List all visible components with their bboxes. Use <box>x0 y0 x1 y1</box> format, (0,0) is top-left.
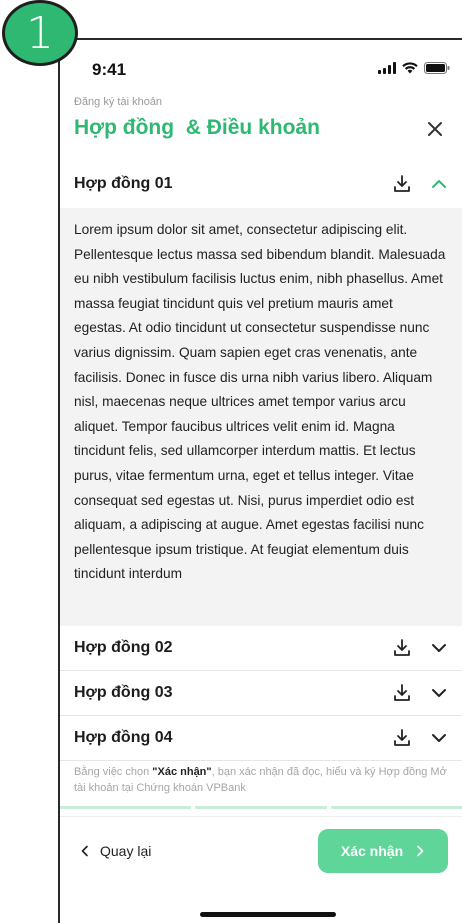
contract-row-02[interactable]: Hợp đồng 02 <box>60 626 462 670</box>
progress-segment <box>60 806 192 809</box>
battery-icon <box>424 62 450 74</box>
download-icon[interactable] <box>392 638 412 658</box>
chevron-right-icon <box>417 845 424 857</box>
consent-notice: Bằng việc chọn "Xác nhận", bạn xác nhận … <box>74 764 454 796</box>
chevron-down-icon[interactable] <box>430 639 448 657</box>
contract-row-01[interactable]: Hợp đồng 01 <box>60 162 462 206</box>
status-bar: 9:41 <box>60 40 462 88</box>
close-button[interactable] <box>422 116 448 142</box>
chevron-down-icon[interactable] <box>430 729 448 747</box>
back-button[interactable]: Quay lại <box>80 838 151 864</box>
close-icon <box>428 122 442 136</box>
contract-row-04[interactable]: Hợp đồng 04 <box>60 716 462 760</box>
wifi-icon <box>402 62 418 74</box>
status-icons <box>378 62 450 74</box>
divider <box>60 760 462 761</box>
header-subtitle: Đăng ký tài khoản <box>74 96 163 108</box>
confirm-label: Xác nhận <box>340 843 404 859</box>
consent-highlight: "Xác nhận" <box>152 766 212 778</box>
download-icon[interactable] <box>392 683 412 703</box>
cellular-signal-icon <box>378 62 396 74</box>
page-title: Hợp đồng & Điều khoản <box>74 116 320 139</box>
chevron-down-icon[interactable] <box>430 684 448 702</box>
status-time: 9:41 <box>92 60 127 79</box>
step-progress-bar <box>60 806 462 809</box>
back-label: Quay lại <box>100 843 152 859</box>
contract-text-body: Lorem ipsum dolor sit amet, consectetur … <box>60 208 462 626</box>
confirm-button[interactable]: Xác nhận <box>318 829 448 873</box>
chevron-left-icon <box>81 845 88 857</box>
chevron-up-icon[interactable] <box>430 175 448 193</box>
phone-screen: 9:41 Đăng ký tài khoản Hợp đồng & Điều k… <box>58 38 462 923</box>
progress-segment <box>195 806 327 809</box>
consent-prefix: Bằng việc chọn <box>74 766 153 778</box>
download-icon[interactable] <box>392 174 412 194</box>
home-indicator <box>200 912 336 917</box>
download-icon[interactable] <box>392 728 412 748</box>
contract-row-03[interactable]: Hợp đồng 03 <box>60 671 462 715</box>
footer-divider <box>60 816 462 817</box>
progress-segment <box>330 806 462 809</box>
step-badge: 1 <box>2 0 78 66</box>
